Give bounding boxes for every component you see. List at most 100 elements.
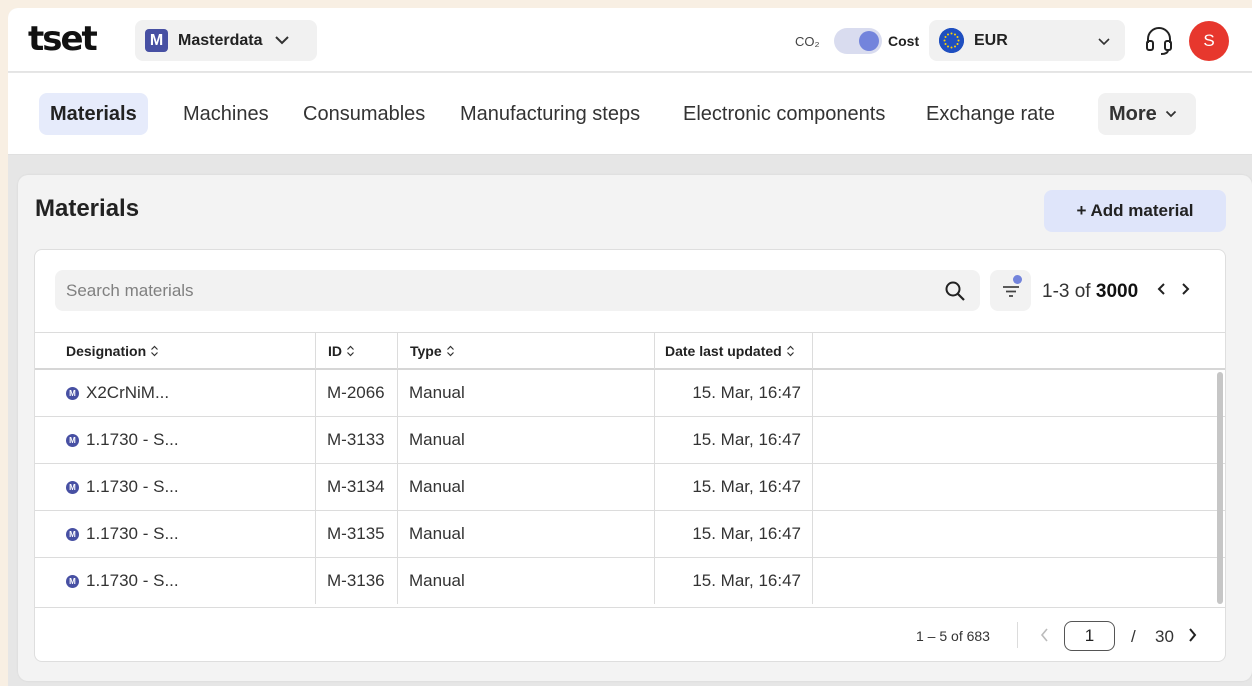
page-number-input[interactable] (1064, 621, 1115, 651)
cell-designation: M X2CrNiM... (35, 370, 316, 416)
add-material-button[interactable]: + Add material (1044, 190, 1226, 232)
user-avatar[interactable]: S (1189, 21, 1229, 61)
eu-flag-icon (939, 28, 964, 53)
cell-id: M-3133 (316, 417, 398, 463)
table-scrollbar[interactable] (1217, 372, 1223, 604)
filter-icon (1002, 285, 1019, 297)
search-input[interactable] (55, 270, 980, 311)
cell-type: Manual (398, 511, 655, 557)
table-footer: 1 – 5 of 683 / 30 (35, 607, 1225, 661)
cell-type: Manual (398, 370, 655, 416)
material-badge-icon: M (66, 480, 79, 494)
column-label: Type (410, 343, 442, 359)
workspace-selector[interactable]: M Masterdata (135, 20, 317, 61)
cell-type: Manual (398, 417, 655, 463)
column-label: Designation (66, 343, 147, 359)
cost-label: Cost (888, 33, 920, 49)
total-pages: 30 (1155, 627, 1174, 646)
column-designation[interactable]: Designation (35, 333, 316, 369)
cell-type: Manual (398, 558, 655, 604)
workspace-badge: M (145, 29, 168, 52)
tab-electronic-components[interactable]: Electronic components (683, 93, 885, 135)
table-row[interactable]: M 1.1730 - S... M-3133 Manual 15. Mar, 16… (35, 417, 1225, 464)
tab-consumables[interactable]: Consumables (303, 93, 425, 135)
cell-designation: M 1.1730 - S... (35, 511, 316, 557)
cell-type: Manual (398, 464, 655, 510)
sort-icon (786, 345, 794, 357)
filter-active-dot (1013, 275, 1022, 284)
designation-text: 1.1730 - S... (86, 477, 179, 496)
cell-id: M-2066 (316, 370, 398, 416)
chevron-right-icon[interactable] (1179, 281, 1191, 302)
co2-label: CO₂ (795, 34, 820, 49)
table-row[interactable]: M X2CrNiM... M-2066 Manual 15. Mar, 16:47 (35, 370, 1225, 417)
cell-id: M-3134 (316, 464, 398, 510)
chevron-right-icon[interactable] (1186, 626, 1198, 649)
tab-manufacturing-steps[interactable]: Manufacturing steps (460, 93, 640, 135)
more-menu-button[interactable]: More (1098, 93, 1196, 135)
app-window: tset M Masterdata CO₂ Cost EUR S Materia… (8, 8, 1252, 686)
column-date-last-updated[interactable]: Date last updated (655, 333, 813, 369)
designation-text: X2CrNiM... (86, 383, 170, 402)
material-badge-icon: M (66, 433, 79, 447)
page-separator: / (1131, 627, 1136, 646)
chevron-down-icon (1097, 33, 1111, 51)
designation-text: 1.1730 - S... (86, 430, 179, 449)
cell-id: M-3135 (316, 511, 398, 557)
table-header: Designation ID Type Date last updated (35, 332, 1225, 370)
tab-machines[interactable]: Machines (183, 93, 269, 135)
designation-text: 1.1730 - S... (86, 524, 179, 543)
search-box (55, 270, 980, 311)
cell-date: 15. Mar, 16:47 (655, 558, 813, 604)
material-badge-icon: M (66, 386, 79, 400)
pagination-range: 1 – 5 of 683 (916, 628, 990, 644)
table-row[interactable]: M 1.1730 - S... M-3135 Manual 15. Mar, 16… (35, 511, 1225, 558)
cell-id: M-3136 (316, 558, 398, 604)
chevron-down-icon (1165, 110, 1176, 118)
footer-divider (1017, 622, 1018, 648)
material-badge-icon: M (66, 574, 79, 588)
column-label: Date last updated (665, 343, 782, 359)
cell-date: 15. Mar, 16:47 (655, 417, 813, 463)
tab-exchange-rate[interactable]: Exchange rate (926, 93, 1055, 135)
materials-card: 1-3 of 3000 Designation ID (34, 249, 1226, 662)
materials-table: Designation ID Type Date last updated M … (35, 332, 1225, 605)
workspace-label: Masterdata (178, 31, 263, 49)
chevron-left-icon[interactable] (1156, 281, 1168, 302)
search-icon[interactable] (944, 280, 966, 307)
cell-designation: M 1.1730 - S... (35, 464, 316, 510)
column-type[interactable]: Type (398, 333, 655, 369)
result-count-prefix: 1-3 of (1042, 281, 1096, 302)
headset-icon[interactable] (1144, 25, 1174, 62)
page-title: Materials (35, 195, 140, 222)
material-badge-icon: M (66, 527, 79, 541)
more-label: More (1109, 102, 1157, 125)
chevron-down-icon (274, 32, 290, 50)
column-label: ID (328, 343, 342, 359)
designation-text: 1.1730 - S... (86, 571, 179, 590)
materials-panel: Materials + Add material 1-3 of 3000 (18, 175, 1252, 681)
chevron-left-icon[interactable] (1039, 626, 1051, 649)
sort-icon (151, 345, 159, 357)
currency-label: EUR (974, 31, 1008, 49)
column-id[interactable]: ID (316, 333, 398, 369)
cell-date: 15. Mar, 16:47 (655, 464, 813, 510)
filter-button[interactable] (990, 270, 1031, 311)
cell-date: 15. Mar, 16:47 (655, 370, 813, 416)
table-row[interactable]: M 1.1730 - S... M-3136 Manual 15. Mar, 16… (35, 558, 1225, 605)
sort-icon (347, 345, 354, 357)
section-nav: Materials Machines Consumables Manufactu… (8, 73, 1252, 155)
sort-icon (446, 345, 454, 357)
cell-date: 15. Mar, 16:47 (655, 511, 813, 557)
cell-designation: M 1.1730 - S... (35, 417, 316, 463)
co2-cost-toggle[interactable] (834, 28, 882, 54)
result-count: 1-3 of 3000 (1042, 281, 1138, 303)
currency-selector[interactable]: EUR (929, 20, 1125, 61)
cell-designation: M 1.1730 - S... (35, 558, 316, 604)
top-bar: tset M Masterdata CO₂ Cost EUR S (8, 8, 1252, 72)
result-count-total: 3000 (1095, 281, 1139, 302)
tab-materials[interactable]: Materials (39, 93, 148, 135)
logo: tset (28, 19, 98, 59)
toggle-knob (859, 31, 879, 51)
table-row[interactable]: M 1.1730 - S... M-3134 Manual 15. Mar, 16… (35, 464, 1225, 511)
